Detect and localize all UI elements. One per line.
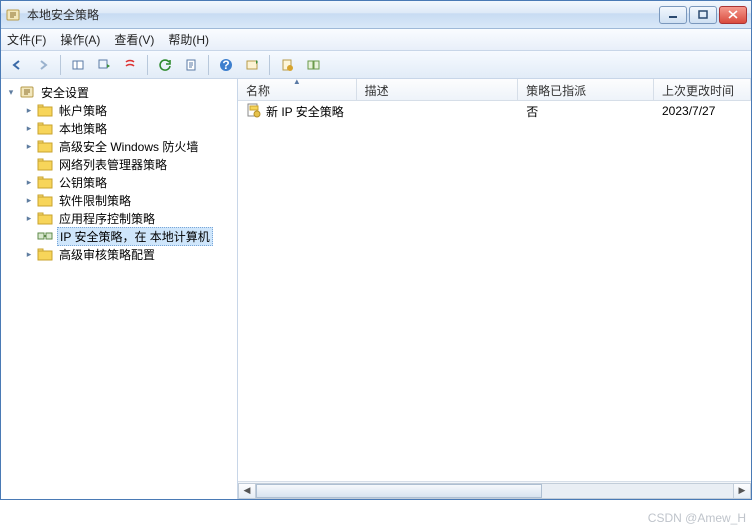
- tree-item[interactable]: ▸ 高级安全 Windows 防火墙: [19, 137, 237, 155]
- tree-item[interactable]: IP 安全策略，在 本地计算机: [19, 227, 237, 245]
- app-icon: [5, 7, 21, 23]
- cell-modified: 2023/7/27: [654, 104, 751, 118]
- column-desc[interactable]: 描述: [357, 79, 519, 100]
- tree-item[interactable]: ▸ 帐户策略: [19, 101, 237, 119]
- main-area: ▾ 安全设置 ▸ 帐户策略 ▸ 本地策略 ▸ 高级安全 Windows 防火墙网络列表管理器策…: [1, 79, 751, 499]
- column-desc-label: 描述: [365, 84, 389, 98]
- svg-text:?: ?: [222, 58, 229, 72]
- column-name-label: 名称: [246, 84, 270, 98]
- tree-item[interactable]: ▸ 本地策略: [19, 119, 237, 137]
- tree-item-label: 本地策略: [57, 120, 109, 137]
- folder-icon: [37, 102, 53, 118]
- cell-name: 新 IP 安全策略: [266, 103, 344, 120]
- list-pane: ▲名称 描述 策略已指派 上次更改时间 新 IP 安全策略否2023/7/27 …: [238, 79, 751, 499]
- expand-icon[interactable]: ▸: [23, 212, 35, 224]
- local-security-policy-window: 本地安全策略 文件(F) 操作(A) 查看(V) 帮助(H) ? ▾ 安全设置 ▸ 帐…: [0, 0, 752, 500]
- forward-button[interactable]: [31, 54, 55, 76]
- tree-item-label: 网络列表管理器策略: [57, 156, 169, 173]
- toolbar: ?: [1, 51, 751, 79]
- minimize-button[interactable]: [659, 6, 687, 24]
- scroll-thumb[interactable]: [256, 484, 542, 498]
- tree-root[interactable]: ▾ 安全设置: [1, 83, 237, 101]
- close-button[interactable]: [719, 6, 747, 24]
- folder-icon: [37, 210, 53, 226]
- watermark: CSDN @Amew_H: [648, 511, 746, 525]
- back-button[interactable]: [5, 54, 29, 76]
- list-body[interactable]: 新 IP 安全策略 否2023/7/27: [238, 101, 751, 481]
- tree-item-label: 高级审核策略配置: [57, 246, 157, 263]
- ipsec-icon: [37, 228, 53, 244]
- window-controls: [659, 6, 747, 24]
- titlebar[interactable]: 本地安全策略: [1, 1, 751, 29]
- column-modified[interactable]: 上次更改时间: [654, 79, 751, 100]
- column-assigned-label: 策略已指派: [526, 84, 586, 98]
- expand-icon[interactable]: ▸: [23, 140, 35, 152]
- tree-item-label: 软件限制策略: [57, 192, 133, 209]
- folder-icon: [37, 246, 53, 262]
- policy-icon: [246, 102, 262, 121]
- toolbar-separator: [147, 55, 148, 75]
- folder-icon: [37, 138, 53, 154]
- menubar: 文件(F) 操作(A) 查看(V) 帮助(H): [1, 29, 751, 51]
- menu-file[interactable]: 文件(F): [7, 31, 46, 48]
- folder-icon: [37, 120, 53, 136]
- toolbar-separator: [269, 55, 270, 75]
- expand-icon[interactable]: ▸: [23, 194, 35, 206]
- scroll-left-button[interactable]: ◀: [238, 483, 256, 499]
- toolbar-separator: [60, 55, 61, 75]
- tree-item[interactable]: ▸ 应用程序控制策略: [19, 209, 237, 227]
- menu-action[interactable]: 操作(A): [60, 31, 100, 48]
- window-title: 本地安全策略: [27, 6, 659, 23]
- tree-item[interactable]: ▸ 公钥策略: [19, 173, 237, 191]
- help-button[interactable]: ?: [214, 54, 238, 76]
- tree-item-label: 公钥策略: [57, 174, 109, 191]
- horizontal-scrollbar[interactable]: ◀ ▶: [238, 481, 751, 499]
- column-modified-label: 上次更改时间: [662, 84, 734, 98]
- collapse-icon[interactable]: ▾: [5, 86, 17, 98]
- toolbar-separator: [208, 55, 209, 75]
- maximize-button[interactable]: [689, 6, 717, 24]
- expand-icon[interactable]: ▸: [23, 248, 35, 260]
- manage-filter-button[interactable]: [301, 54, 325, 76]
- column-assigned[interactable]: 策略已指派: [518, 79, 654, 100]
- cell-assigned: 否: [518, 103, 654, 120]
- scroll-track[interactable]: [256, 483, 733, 499]
- tree-item-label: IP 安全策略，在 本地计算机: [57, 227, 213, 246]
- tree-item-label: 应用程序控制策略: [57, 210, 157, 227]
- folder-icon: [37, 192, 53, 208]
- menu-view[interactable]: 查看(V): [114, 31, 154, 48]
- filter-button[interactable]: [118, 54, 142, 76]
- table-row[interactable]: 新 IP 安全策略 否2023/7/27: [238, 101, 751, 121]
- properties-button[interactable]: [179, 54, 203, 76]
- folder-icon: [37, 174, 53, 190]
- folder-icon: [37, 156, 53, 172]
- list-header: ▲ 名称 描述 策略已指派 上次更改时间: [238, 79, 751, 101]
- security-settings-icon: [19, 84, 35, 100]
- tree-item-label: 帐户策略: [57, 102, 109, 119]
- tree-root-label: 安全设置: [39, 84, 91, 101]
- scroll-right-button[interactable]: ▶: [733, 483, 751, 499]
- tree-item[interactable]: ▸ 高级审核策略配置: [19, 245, 237, 263]
- column-name[interactable]: ▲ 名称: [238, 79, 357, 100]
- refresh-button[interactable]: [153, 54, 177, 76]
- expand-icon[interactable]: ▸: [23, 104, 35, 116]
- action-button[interactable]: [66, 54, 90, 76]
- sort-asc-icon: ▲: [293, 77, 301, 86]
- export-button[interactable]: [92, 54, 116, 76]
- menu-help[interactable]: 帮助(H): [168, 31, 209, 48]
- expand-icon[interactable]: ▸: [23, 176, 35, 188]
- new-policy-button[interactable]: [240, 54, 264, 76]
- tree-pane[interactable]: ▾ 安全设置 ▸ 帐户策略 ▸ 本地策略 ▸ 高级安全 Windows 防火墙网络列表管理器策…: [1, 79, 238, 499]
- expand-icon[interactable]: ▸: [23, 122, 35, 134]
- tree-item[interactable]: 网络列表管理器策略: [19, 155, 237, 173]
- tree-item-label: 高级安全 Windows 防火墙: [57, 138, 200, 155]
- assign-button[interactable]: [275, 54, 299, 76]
- tree-item[interactable]: ▸ 软件限制策略: [19, 191, 237, 209]
